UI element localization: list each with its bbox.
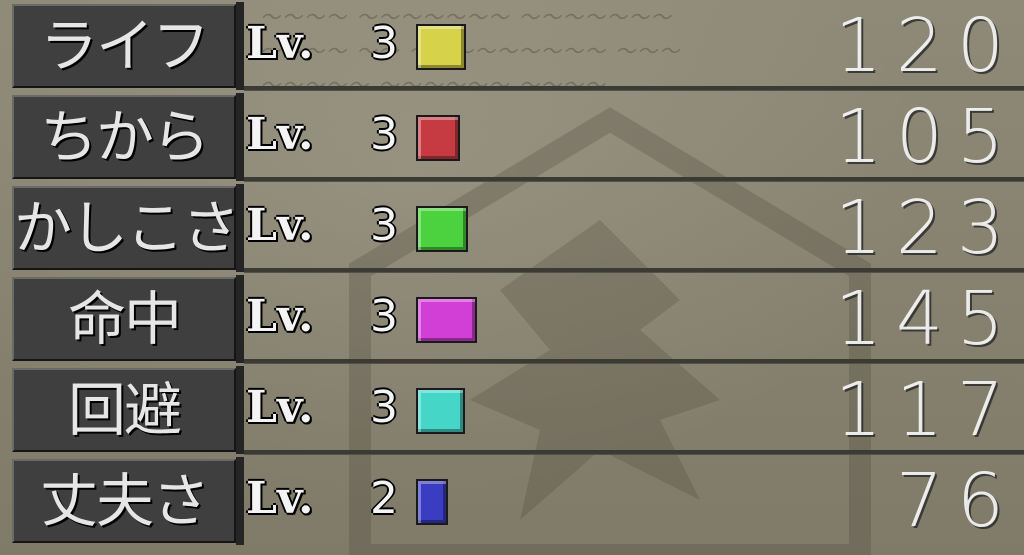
stat-value: 120	[834, 3, 1018, 89]
stat-name: 丈夫さ	[12, 459, 236, 543]
row-divider	[244, 450, 1024, 455]
row-divider	[244, 177, 1024, 182]
stat-value: 76	[895, 458, 1018, 544]
level-value: 3	[370, 291, 398, 342]
name-separator	[236, 366, 244, 454]
level-value: 3	[370, 18, 398, 69]
stat-value: 145	[834, 276, 1018, 362]
stats-table: ライフ Lv. 3 120 ちから Lv. 3 105 かしこさ Lv. 3 1…	[12, 2, 1024, 548]
stat-name: 回避	[12, 368, 236, 452]
stat-bar	[416, 297, 477, 343]
stat-name: 命中	[12, 277, 236, 361]
level-value: 3	[370, 200, 398, 251]
row-divider	[244, 268, 1024, 273]
stat-row-evasion: 回避 Lv. 3 117	[12, 366, 1024, 455]
stat-row-accuracy: 命中 Lv. 3 145	[12, 275, 1024, 364]
name-separator	[236, 457, 244, 545]
stat-name: ちから	[12, 95, 236, 179]
row-divider	[244, 359, 1024, 364]
stat-bar	[416, 388, 465, 434]
stat-bar	[416, 115, 460, 161]
stat-name: ライフ	[12, 4, 236, 88]
level-value: 2	[370, 473, 398, 524]
level-value: 3	[370, 109, 398, 160]
stat-value: 105	[834, 94, 1018, 180]
stat-row-intelligence: かしこさ Lv. 3 123	[12, 184, 1024, 273]
level-label: Lv.	[246, 291, 314, 342]
level-label: Lv.	[246, 200, 314, 251]
stat-bar	[416, 479, 448, 525]
level-label: Lv.	[246, 109, 314, 160]
level-label: Lv.	[246, 473, 314, 524]
stat-bar	[416, 206, 468, 252]
name-separator	[236, 184, 244, 272]
stat-row-life: ライフ Lv. 3 120	[12, 2, 1024, 91]
stat-name: かしこさ	[12, 186, 236, 270]
stat-row-toughness: 丈夫さ Lv. 2 76	[12, 457, 1024, 545]
name-separator	[236, 2, 244, 90]
name-separator	[236, 275, 244, 363]
stat-row-strength: ちから Lv. 3 105	[12, 93, 1024, 182]
level-label: Lv.	[246, 382, 314, 433]
level-label: Lv.	[246, 18, 314, 69]
level-value: 3	[370, 382, 398, 433]
name-separator	[236, 93, 244, 181]
stat-value: 117	[834, 367, 1018, 453]
stat-value: 123	[834, 185, 1018, 271]
row-divider	[244, 86, 1024, 91]
stat-bar	[416, 24, 466, 70]
